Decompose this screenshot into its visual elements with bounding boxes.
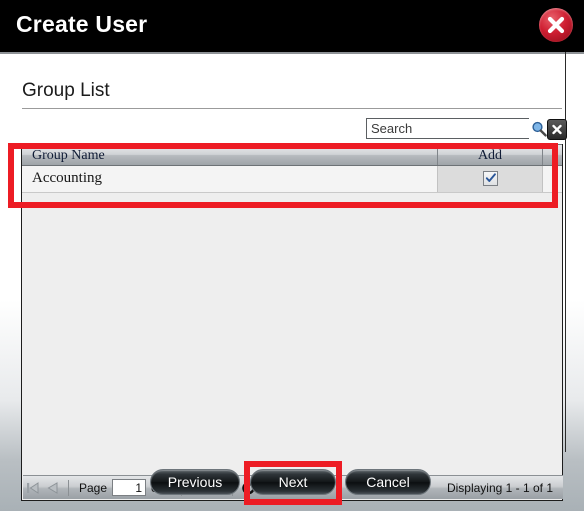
cell-spacer — [543, 166, 562, 192]
cancel-button[interactable]: Cancel — [345, 469, 431, 495]
add-checkbox[interactable] — [482, 171, 498, 186]
column-header-spacer — [543, 145, 562, 165]
table-row[interactable]: Accounting — [22, 166, 562, 193]
group-list-table: Group Name Add Accounting Page 1 Display… — [21, 144, 563, 501]
table-body: Accounting — [22, 166, 562, 193]
dialog-content: Group List Group Name Add — [0, 52, 584, 511]
next-button[interactable]: Next — [250, 469, 336, 495]
clear-search-icon[interactable] — [547, 119, 567, 140]
table-header-row: Group Name Add — [22, 144, 562, 166]
previous-button[interactable]: Previous — [150, 469, 240, 495]
column-header-group-name[interactable]: Group Name — [22, 145, 438, 165]
close-icon[interactable] — [539, 8, 573, 42]
dialog-title: Create User — [16, 11, 148, 37]
cell-group-name: Accounting — [22, 166, 438, 192]
create-user-dialog: Create User Group List Search Group Name… — [0, 0, 584, 511]
cell-add — [438, 166, 543, 192]
magnifier-icon[interactable] — [530, 120, 548, 138]
search-input[interactable] — [366, 118, 529, 139]
page-title: Group List — [22, 80, 110, 101]
search-bar — [366, 118, 567, 141]
dialog-footer: Previous Next Cancel — [0, 459, 584, 511]
column-header-add[interactable]: Add — [438, 145, 543, 165]
title-divider — [22, 108, 562, 109]
dialog-titlebar: Create User — [0, 0, 584, 54]
